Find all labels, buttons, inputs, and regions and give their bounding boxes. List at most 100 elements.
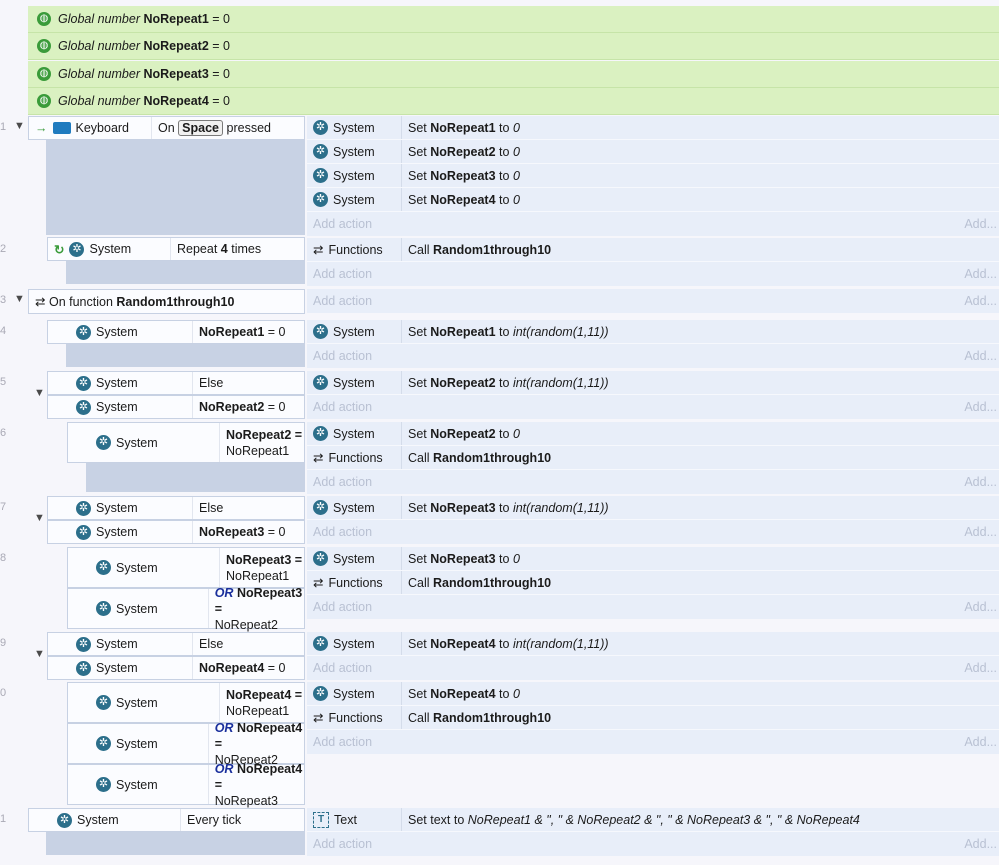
gear-icon: ✲ xyxy=(313,168,328,183)
add-action-row[interactable]: Add action Add... xyxy=(307,470,999,494)
add-button[interactable]: Add... xyxy=(964,735,997,749)
event-block xyxy=(86,462,305,492)
add-button[interactable]: Add... xyxy=(964,267,997,281)
action-row[interactable]: ✲ System Set NoRepeat1 to 0 xyxy=(307,116,999,140)
action-row[interactable]: ⇄ Functions Call Random1through10 xyxy=(307,571,999,595)
add-action-link[interactable]: Add action xyxy=(313,735,372,749)
condition-row[interactable]: ✲ System OR NoRepeat4 = NoRepeat3 xyxy=(67,762,305,808)
function-icon: ⇄ xyxy=(35,294,46,309)
add-action-link[interactable]: Add action xyxy=(313,661,372,675)
add-button[interactable]: Add... xyxy=(964,661,997,675)
collapse-triangle-icon[interactable]: ▼ xyxy=(14,293,25,305)
action-row[interactable]: ✲ System Set NoRepeat3 to int(random(1,11… xyxy=(307,496,999,520)
action-row[interactable]: T Text Set text to NoRepeat1 & ", " & NoR… xyxy=(307,808,999,832)
add-action-row[interactable]: Add action Add... xyxy=(307,344,999,368)
condition-row[interactable]: ✲ System OR NoRepeat4 = NoRepeat2 xyxy=(67,721,305,767)
condition-row[interactable]: ✲ System NoRepeat4 = 0 xyxy=(47,656,305,680)
add-button[interactable]: Add... xyxy=(964,217,997,231)
condition-row[interactable]: ✲ System NoRepeat2 = 0 xyxy=(47,395,305,419)
action-row[interactable]: ✲ System Set NoRepeat3 to 0 xyxy=(307,164,999,188)
global-var-row[interactable]: ◍ Global number NoRepeat4 = 0 xyxy=(28,88,999,115)
gear-icon: ✲ xyxy=(76,636,91,652)
global-var-row[interactable]: ◍ Global number NoRepeat2 = 0 xyxy=(28,33,999,60)
add-action-link[interactable]: Add action xyxy=(313,294,372,308)
gear-icon: ✲ xyxy=(76,399,91,415)
action-row[interactable]: ⇄ Functions Call Random1through10 xyxy=(307,238,999,262)
add-button[interactable]: Add... xyxy=(964,294,997,308)
add-action-link[interactable]: Add action xyxy=(313,400,372,414)
action-row[interactable]: ✲ System Set NoRepeat1 to int(random(1,11… xyxy=(307,320,999,344)
add-action-link[interactable]: Add action xyxy=(313,600,372,614)
function-header[interactable]: ⇄ On function Random1through10 xyxy=(28,289,305,314)
condition-row[interactable]: ✲ System NoRepeat4 = NoRepeat1 xyxy=(67,682,305,723)
line-number: 8 xyxy=(0,552,7,564)
gear-icon: ✲ xyxy=(76,500,91,516)
gear-icon: ✲ xyxy=(96,601,111,616)
collapse-triangle-icon[interactable]: ▼ xyxy=(14,120,25,132)
add-button[interactable]: Add... xyxy=(964,525,997,539)
collapse-triangle-icon[interactable]: ▼ xyxy=(34,387,45,399)
collapse-triangle-icon[interactable]: ▼ xyxy=(34,512,45,524)
function-icon: ⇄ xyxy=(313,243,324,257)
condition-row[interactable]: ↻ ✲ System Repeat 4 times xyxy=(47,237,305,261)
add-action-row[interactable]: Add action Add... xyxy=(307,595,999,619)
add-action-row[interactable]: Add action Add... xyxy=(307,730,999,754)
gear-icon: ✲ xyxy=(96,736,111,751)
event-block xyxy=(66,343,305,367)
condition-row[interactable]: ✲ System NoRepeat3 = NoRepeat1 xyxy=(67,547,305,588)
gear-icon: ✲ xyxy=(313,551,328,566)
trigger-arrow-icon: → xyxy=(35,121,48,135)
global-var-row[interactable]: ◍ Global number NoRepeat1 = 0 xyxy=(28,6,999,33)
condition-row[interactable]: ✲ System NoRepeat3 = 0 xyxy=(47,520,305,544)
add-button[interactable]: Add... xyxy=(964,400,997,414)
gear-icon: ✲ xyxy=(76,524,91,540)
condition-row[interactable]: ✲ System Else xyxy=(47,496,305,520)
gear-icon: ✲ xyxy=(57,812,72,828)
line-number: 0 xyxy=(0,687,7,699)
globe-icon: ◍ xyxy=(37,94,51,108)
gear-icon: ✲ xyxy=(313,192,328,207)
add-action-row[interactable]: Add action Add... xyxy=(307,832,999,856)
action-row[interactable]: ✲ System Set NoRepeat2 to 0 xyxy=(307,422,999,446)
add-action-link[interactable]: Add action xyxy=(313,525,372,539)
add-action-row[interactable]: Add action Add... xyxy=(307,520,999,544)
condition-row[interactable]: ✲ System Else xyxy=(47,632,305,656)
action-row[interactable]: ✲ System Set NoRepeat3 to 0 xyxy=(307,547,999,571)
add-action-link[interactable]: Add action xyxy=(313,349,372,363)
condition-row[interactable]: ✲ System NoRepeat2 = NoRepeat1 xyxy=(67,422,305,463)
action-row[interactable]: ⇄ Functions Call Random1through10 xyxy=(307,446,999,470)
condition-row[interactable]: ✲ System OR NoRepeat3 = NoRepeat2 xyxy=(67,586,305,632)
action-row[interactable]: ✲ System Set NoRepeat4 to 0 xyxy=(307,682,999,706)
action-row[interactable]: ✲ System Set NoRepeat4 to 0 xyxy=(307,188,999,212)
action-row[interactable]: ✲ System Set NoRepeat2 to 0 xyxy=(307,140,999,164)
condition-row[interactable]: ✲ System Every tick xyxy=(28,808,305,832)
add-action-link[interactable]: Add action xyxy=(313,217,372,231)
add-action-row[interactable]: Add action Add... xyxy=(307,262,999,286)
add-button[interactable]: Add... xyxy=(964,600,997,614)
condition-row[interactable]: ✲ System Else xyxy=(47,371,305,395)
add-action-link[interactable]: Add action xyxy=(313,267,372,281)
action-row[interactable]: ✲ System Set NoRepeat4 to int(random(1,11… xyxy=(307,632,999,656)
action-row[interactable]: ✲ System Set NoRepeat2 to int(random(1,11… xyxy=(307,371,999,395)
add-action-row[interactable]: Add action Add... xyxy=(307,289,999,313)
line-number: 3 xyxy=(0,294,7,306)
condition-row[interactable]: → Keyboard On Space pressed xyxy=(28,116,305,140)
collapse-triangle-icon[interactable]: ▼ xyxy=(34,648,45,660)
add-action-link[interactable]: Add action xyxy=(313,475,372,489)
add-action-row[interactable]: Add action Add... xyxy=(307,395,999,419)
action-row[interactable]: ⇄ Functions Call Random1through10 xyxy=(307,706,999,730)
add-button[interactable]: Add... xyxy=(964,349,997,363)
key-badge: Space xyxy=(178,120,224,136)
add-button[interactable]: Add... xyxy=(964,837,997,851)
add-action-row[interactable]: Add action Add... xyxy=(307,212,999,236)
gear-icon: ✲ xyxy=(96,695,111,710)
add-action-link[interactable]: Add action xyxy=(313,837,372,851)
global-var-row[interactable]: ◍ Global number NoRepeat3 = 0 xyxy=(28,61,999,88)
gear-icon: ✲ xyxy=(76,324,91,340)
loop-icon: ↻ xyxy=(54,242,65,257)
condition-row[interactable]: ✲ System NoRepeat1 = 0 xyxy=(47,320,305,344)
line-number: 6 xyxy=(0,427,7,439)
add-button[interactable]: Add... xyxy=(964,475,997,489)
add-action-row[interactable]: Add action Add... xyxy=(307,656,999,680)
gear-icon: ✲ xyxy=(76,375,91,391)
